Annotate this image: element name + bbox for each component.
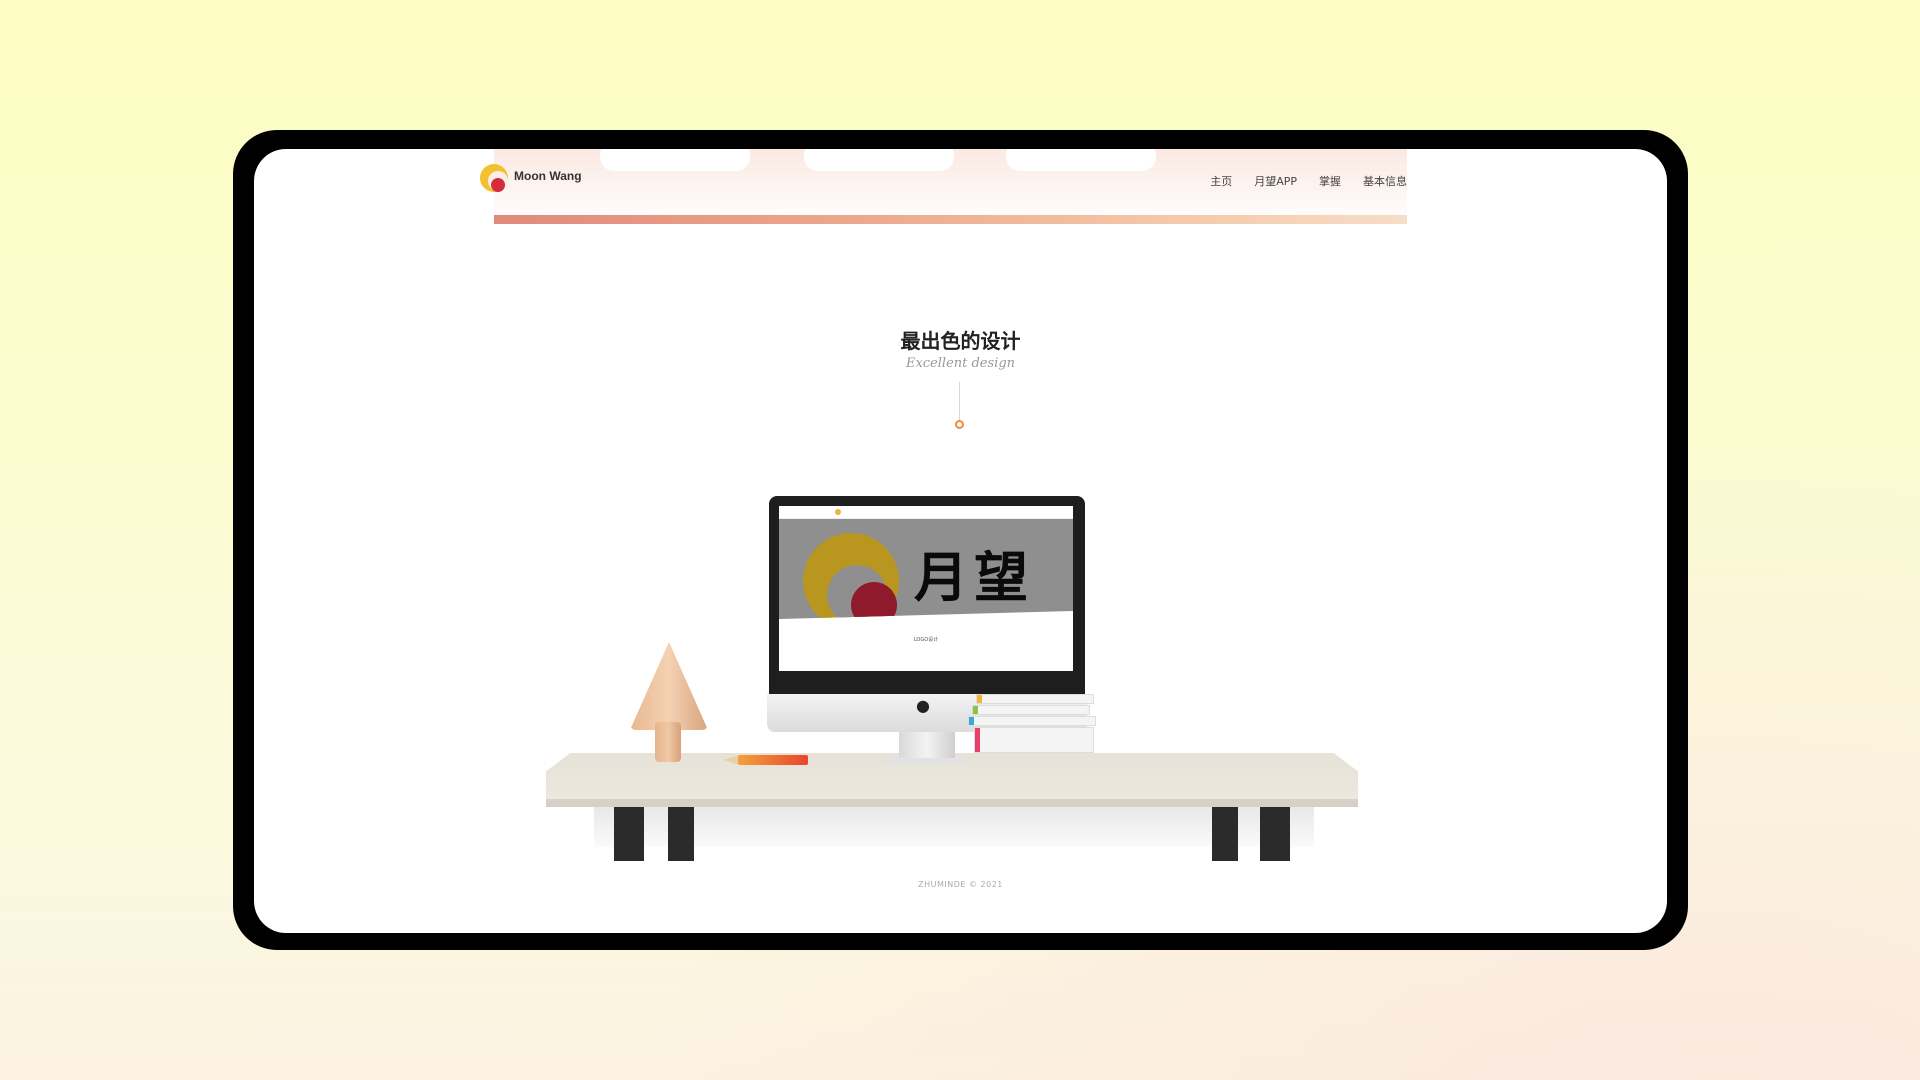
header-ghost-tab	[804, 149, 954, 171]
wooden-cone-stem	[655, 722, 681, 762]
footer-copyright: ZHUMINDE © 2021	[918, 880, 1003, 889]
table-leg	[1212, 807, 1238, 861]
mockup-screen: 月望 LOGO设计	[779, 506, 1073, 671]
mockup-nav	[779, 506, 1073, 519]
desk-edge	[546, 799, 1358, 807]
table-leg	[614, 807, 644, 861]
device-screen: Moon Wang 主页 月望APP 掌握 基本信息 最出色的设计 Excell…	[254, 149, 1667, 933]
wooden-cone-ornament	[630, 642, 708, 730]
header-ghost-tab	[600, 149, 750, 171]
section-subtitle: Excellent design	[905, 356, 1016, 371]
mockup-hero: 月望	[779, 519, 1073, 619]
nav-item-info[interactable]: 基本信息	[1363, 173, 1407, 189]
device-frame: Moon Wang 主页 月望APP 掌握 基本信息 最出色的设计 Excell…	[233, 130, 1688, 950]
book	[976, 694, 1094, 704]
pencil	[738, 755, 808, 765]
apple-logo-icon: ●	[916, 696, 930, 715]
book	[972, 705, 1090, 715]
book	[968, 716, 1096, 726]
table-leg	[1260, 807, 1290, 861]
section-title: 最出色的设计	[900, 329, 1021, 353]
mockup-logo-label: LOGO设计	[913, 637, 939, 643]
table-leg	[668, 807, 694, 861]
section-divider-line	[959, 382, 960, 420]
header-gradient-bar	[494, 215, 1407, 224]
section-divider-dot	[955, 420, 964, 429]
logo-text[interactable]: Moon Wang	[514, 169, 582, 183]
nav-item-master[interactable]: 掌握	[1319, 173, 1341, 189]
mockup-hero-text: 月望	[914, 546, 1034, 609]
header-ghost-tab	[1006, 149, 1156, 171]
book	[974, 727, 1094, 753]
imac-stand-base	[884, 758, 970, 765]
table-shadow	[594, 807, 1314, 847]
moon-logo-icon[interactable]	[480, 164, 510, 194]
nav-item-home[interactable]: 主页	[1210, 173, 1232, 189]
site-header: Moon Wang 主页 月望APP 掌握 基本信息	[480, 149, 1407, 225]
main-nav: 主页 月望APP 掌握 基本信息	[1210, 173, 1407, 189]
nav-item-app[interactable]: 月望APP	[1254, 173, 1297, 189]
